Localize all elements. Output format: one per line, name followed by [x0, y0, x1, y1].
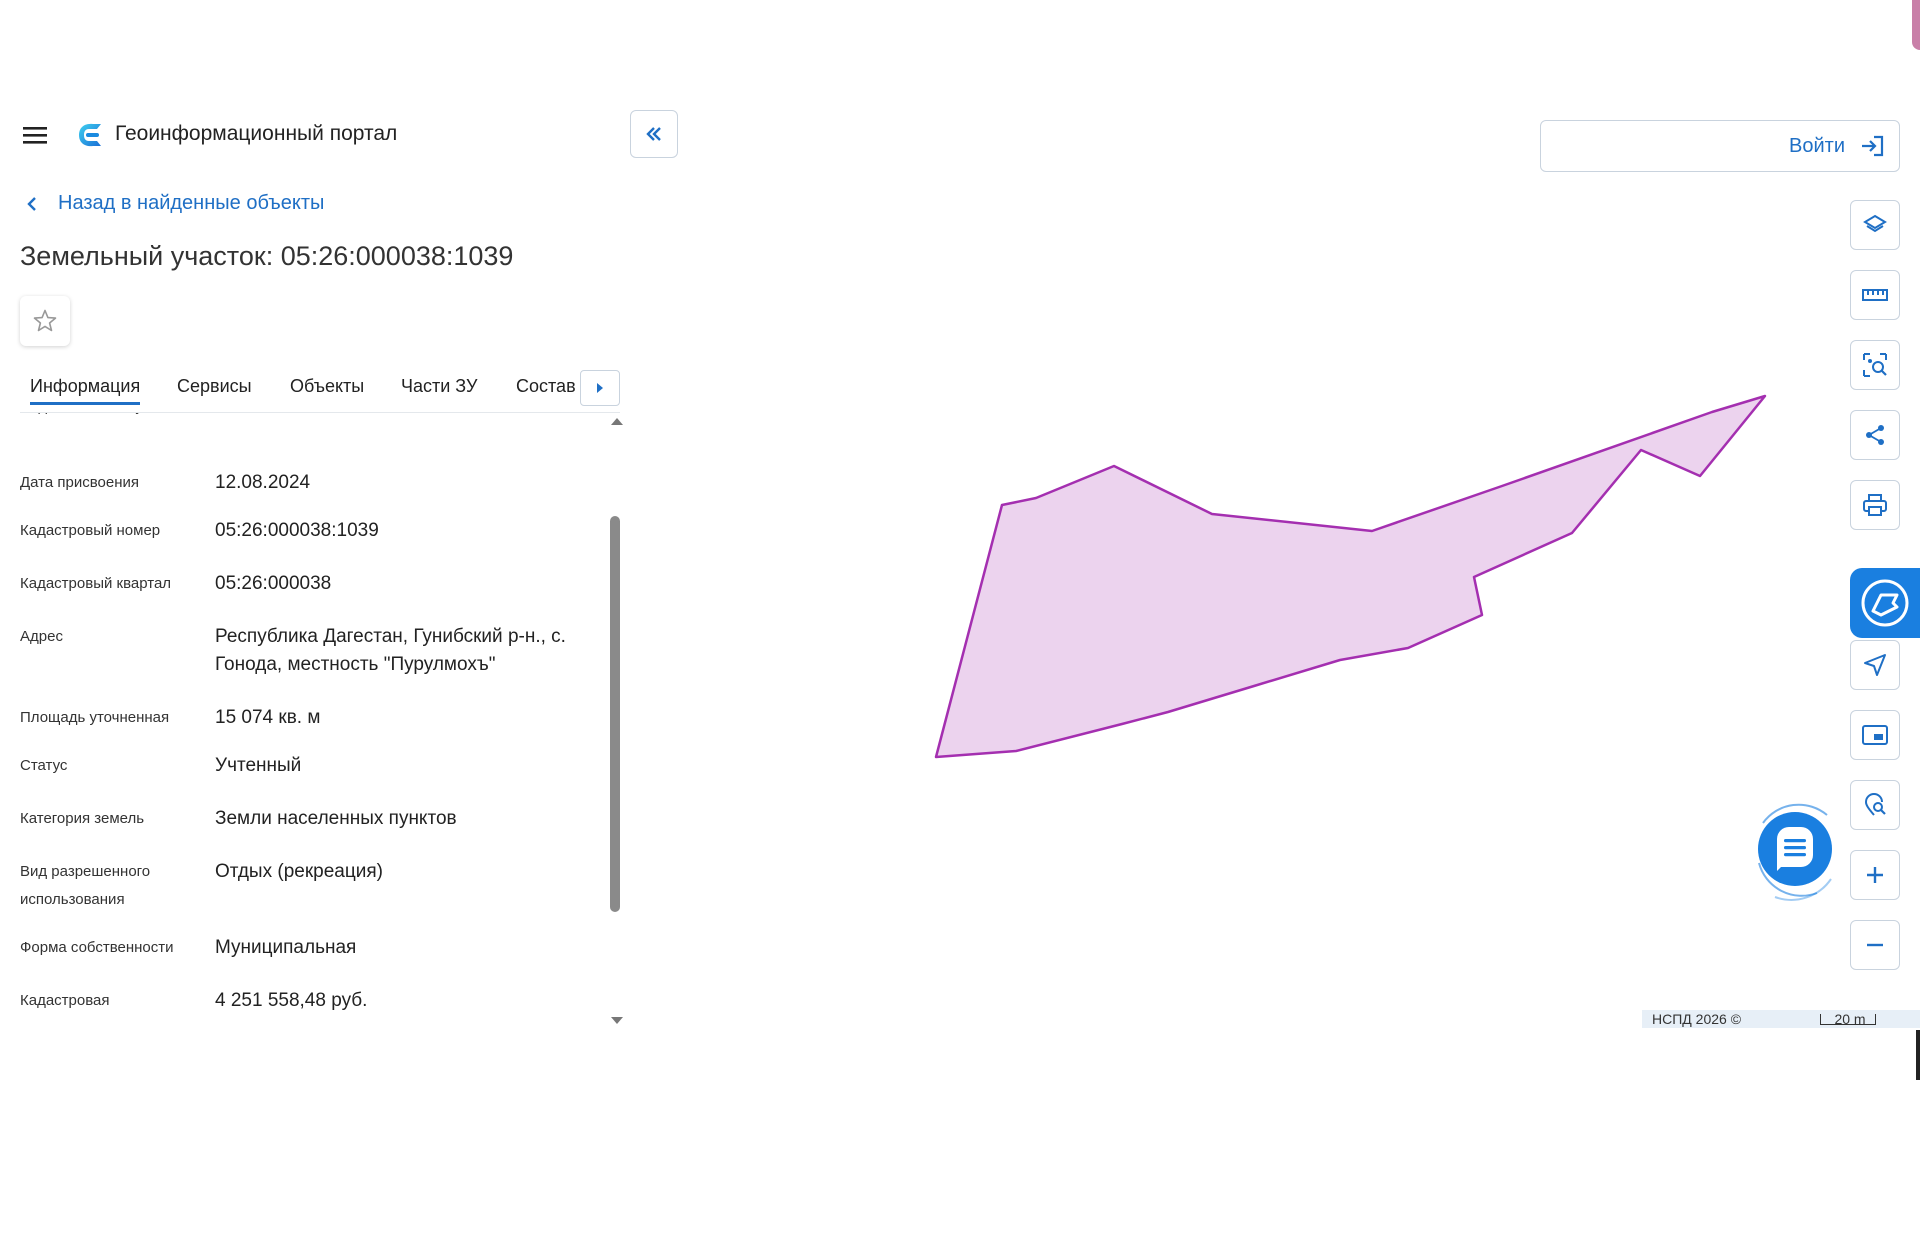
- login-label: Войти: [1789, 134, 1845, 157]
- ruler-icon: [1861, 286, 1889, 304]
- share-button[interactable]: [1850, 410, 1900, 460]
- attribution-text: НСПД 2026 ©: [1652, 1011, 1742, 1027]
- navigate-button[interactable]: [1850, 640, 1900, 690]
- gosuslugi-button[interactable]: [1850, 568, 1920, 638]
- login-button[interactable]: Войти: [1540, 120, 1900, 172]
- chat-bubble-icon: [1745, 793, 1845, 903]
- print-icon: [1861, 492, 1889, 518]
- gosuslugi-icon: [1859, 577, 1911, 629]
- login-arrow-icon: [1859, 132, 1887, 160]
- location-search-button[interactable]: [1850, 780, 1900, 830]
- plus-icon: [1864, 864, 1886, 886]
- navigate-icon: [1862, 652, 1888, 678]
- land-parcel-polygon[interactable]: [934, 394, 1767, 759]
- zoom-out-button[interactable]: [1850, 920, 1900, 970]
- map-attribution: НСПД 2026 © 20 m: [1642, 1010, 1920, 1028]
- chat-button[interactable]: [1745, 793, 1845, 903]
- zoom-in-button[interactable]: [1850, 850, 1900, 900]
- layers-icon: [1862, 212, 1888, 238]
- window-edge-decoration: [1916, 1030, 1920, 1080]
- measure-button[interactable]: [1850, 270, 1900, 320]
- minus-icon: [1864, 934, 1886, 956]
- minimap-button[interactable]: [1850, 710, 1900, 760]
- location-search-icon: [1862, 792, 1888, 818]
- share-icon: [1862, 422, 1888, 448]
- area-select-button[interactable]: [1850, 340, 1900, 390]
- print-button[interactable]: [1850, 480, 1900, 530]
- layers-button[interactable]: [1850, 200, 1900, 250]
- minimap-icon: [1861, 723, 1889, 747]
- area-select-icon: [1861, 351, 1889, 379]
- map-canvas[interactable]: [0, 0, 1920, 1240]
- window-edge-decoration: [1912, 0, 1920, 50]
- scale-label: 20 m: [1834, 1011, 1866, 1027]
